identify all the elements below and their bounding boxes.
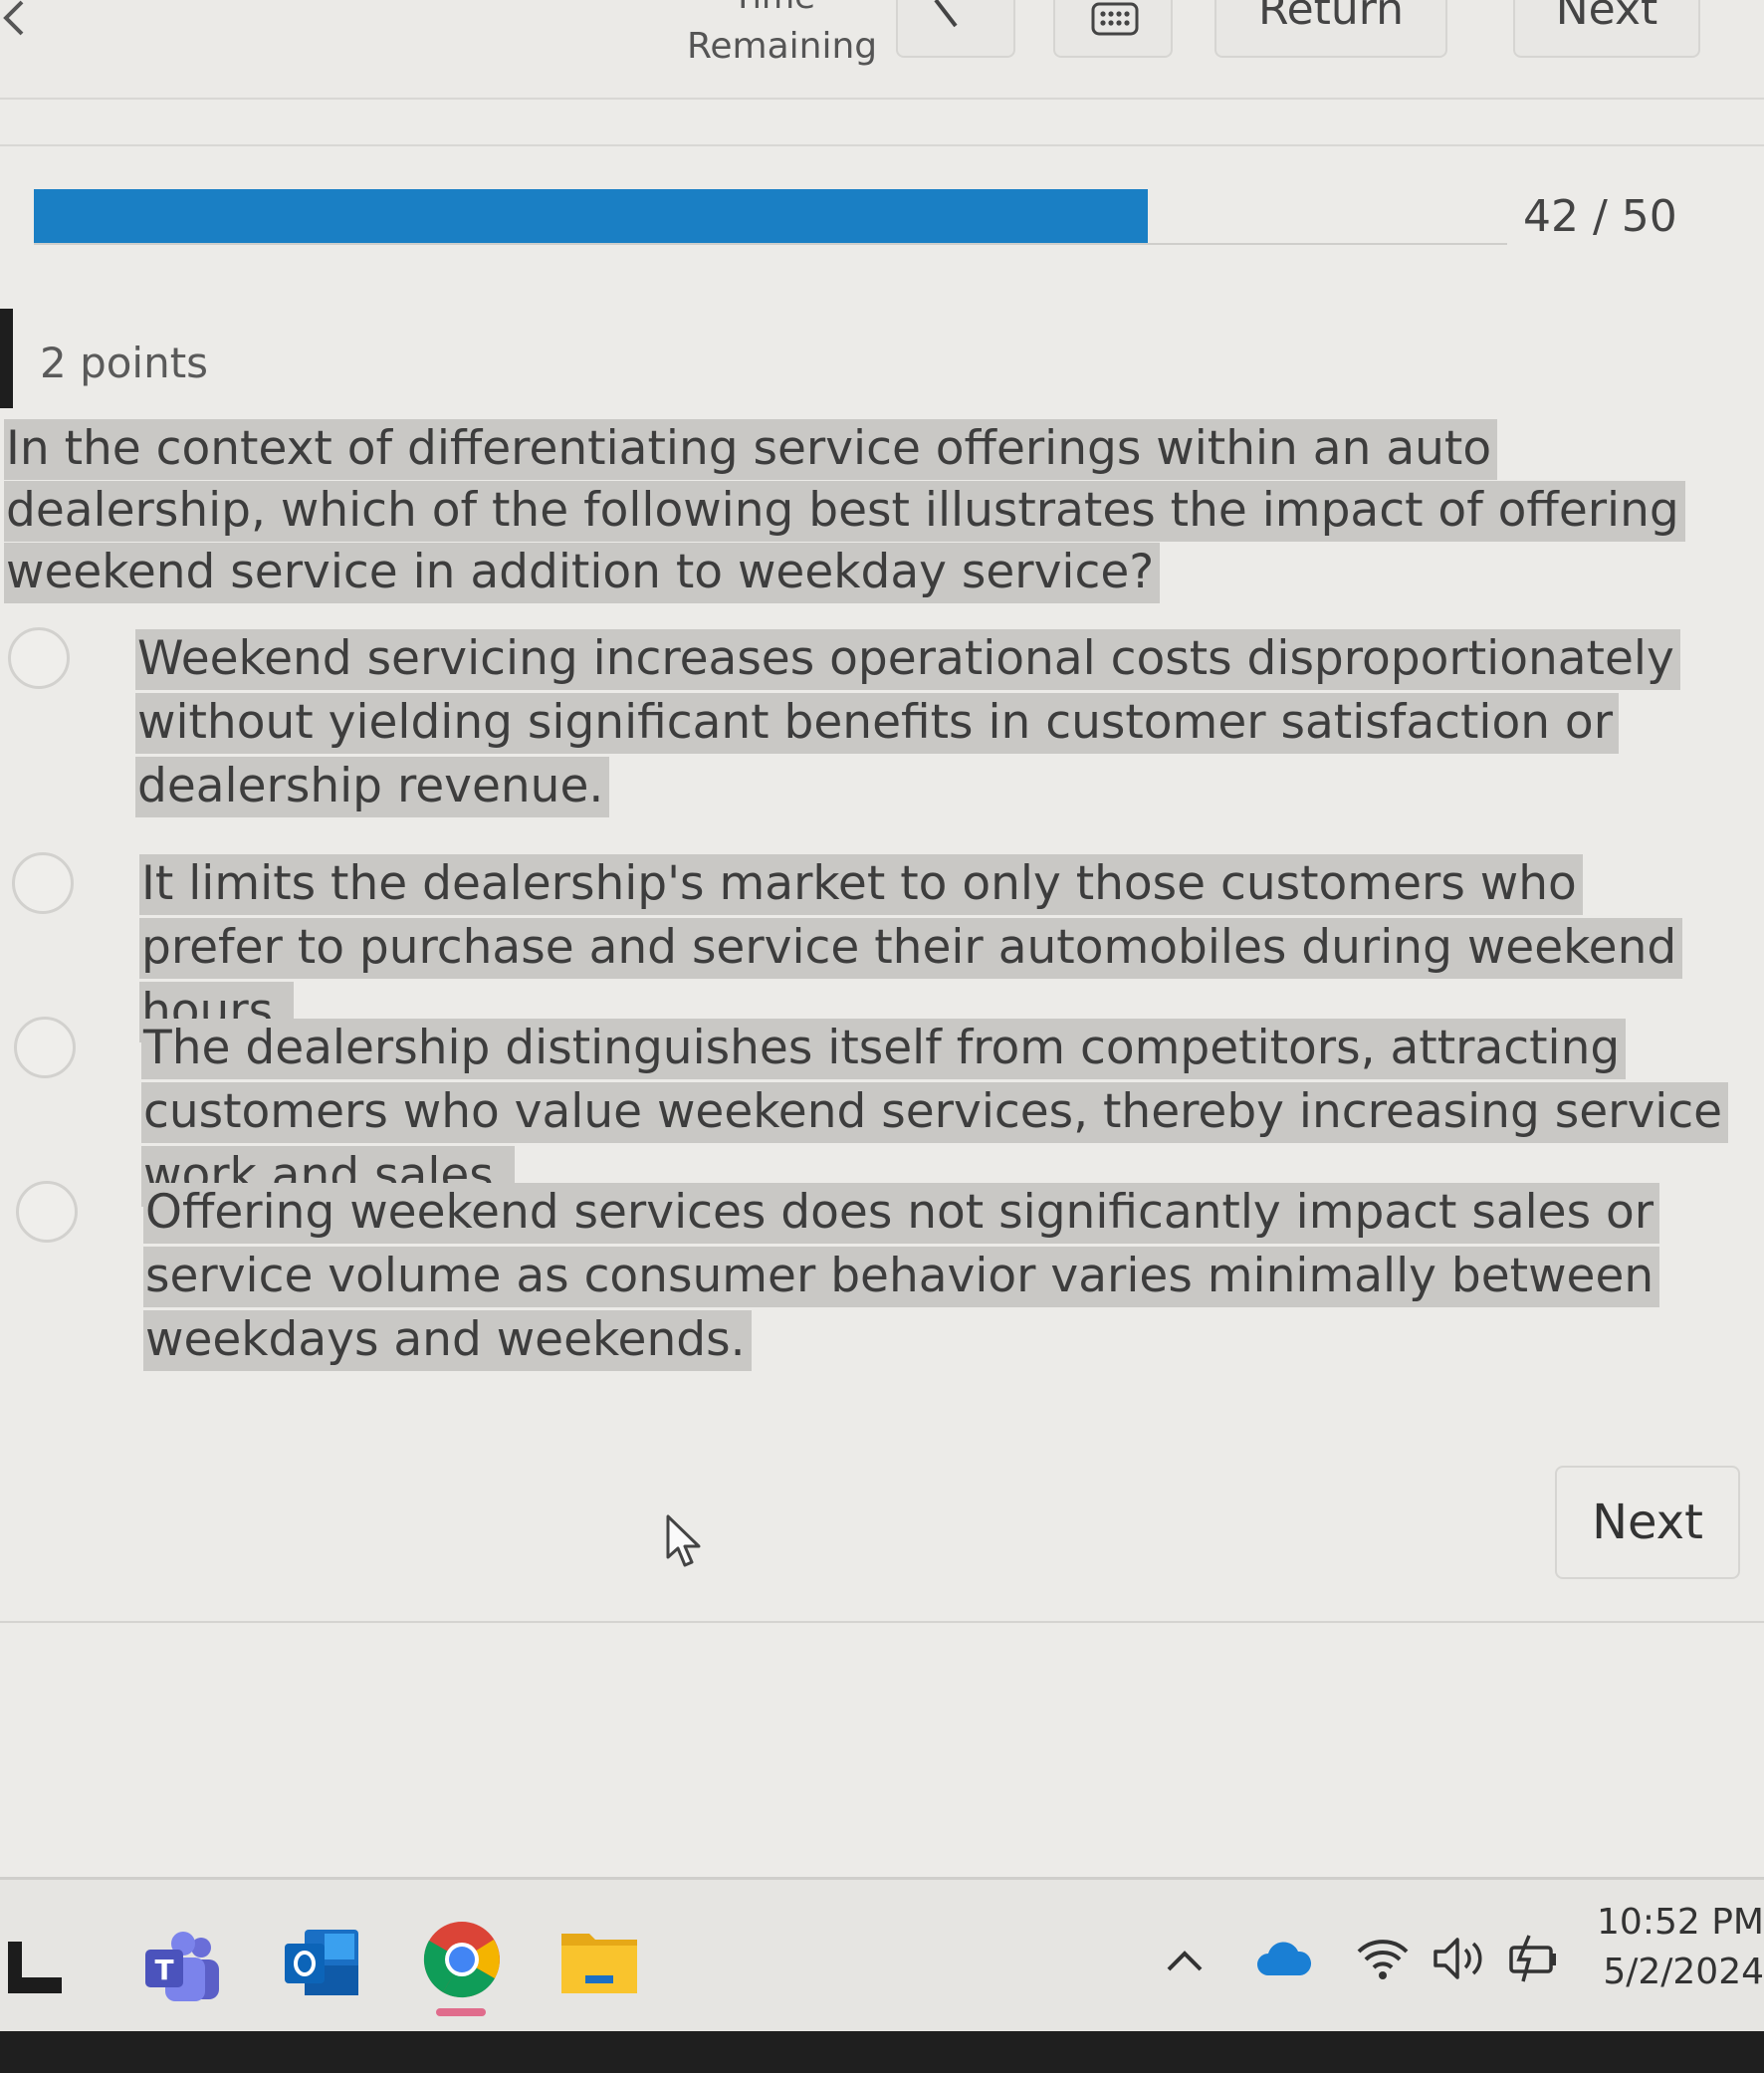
clock-date: 5/2/2024 — [1603, 1952, 1764, 1992]
progress-bar — [34, 189, 1507, 245]
question-text: In the context of differentiating servic… — [4, 418, 1736, 603]
answer-option-text[interactable]: The dealership distinguishes itself from… — [141, 1017, 1764, 1208]
system-clock[interactable]: 10:52 PM 5/2/2024 — [1593, 1898, 1764, 1997]
question-points: 2 points — [40, 339, 209, 387]
flag-icon — [934, 0, 958, 28]
chevron-up-icon[interactable] — [1165, 1946, 1205, 1975]
question-text-content: In the context of differentiating servic… — [4, 419, 1685, 603]
onedrive-icon[interactable] — [1256, 1940, 1312, 1979]
return-button[interactable]: Return — [1214, 0, 1447, 58]
answer-option-text[interactable]: Weekend servicing increases operational … — [135, 627, 1748, 818]
app-icon[interactable] — [6, 1942, 66, 1993]
teams-icon[interactable]: T — [145, 1930, 221, 2005]
progress-count: 42 / 50 — [1523, 191, 1677, 242]
divider — [0, 1621, 1764, 1623]
svg-text:T: T — [154, 1954, 173, 1986]
answer-option-label: Weekend servicing increases operational … — [135, 629, 1680, 817]
radio-button[interactable] — [16, 1181, 78, 1243]
next-button[interactable]: Next — [1555, 1466, 1740, 1579]
toolbar-next-label: Next — [1555, 0, 1658, 35]
file-explorer-icon[interactable] — [559, 1926, 639, 1995]
flag-button[interactable] — [896, 0, 1015, 58]
outlook-icon[interactable] — [285, 1926, 360, 2001]
wifi-icon[interactable] — [1356, 1936, 1410, 1981]
battery-icon[interactable] — [1505, 1934, 1561, 1983]
back-arrow-icon[interactable] — [0, 0, 30, 40]
answer-option-label: The dealership distinguishes itself from… — [141, 1019, 1729, 1207]
exam-toolbar: Time Remaining Return Next — [0, 0, 1764, 100]
mouse-cursor-icon — [666, 1514, 701, 1567]
clock-time: 10:52 PM — [1597, 1902, 1764, 1943]
progress-bar-fill — [34, 189, 1148, 243]
time-remaining: Time Remaining — [687, 0, 878, 72]
question-accent-bar — [0, 309, 13, 408]
answer-option-text[interactable]: It limits the dealership's market to onl… — [139, 852, 1692, 1043]
radio-button[interactable] — [12, 852, 74, 914]
chrome-icon[interactable] — [422, 1920, 502, 1999]
screen-bezel — [0, 2031, 1764, 2073]
chrome-active-indicator — [436, 2008, 486, 2016]
time-remaining-label: Remaining — [687, 26, 878, 67]
volume-icon[interactable] — [1432, 1934, 1487, 1983]
question-grid-button[interactable] — [1053, 0, 1173, 58]
toolbar-next-button[interactable]: Next — [1513, 0, 1700, 58]
answer-option-label: Offering weekend services does not signi… — [143, 1183, 1660, 1371]
answer-option-label: It limits the dealership's market to onl… — [139, 854, 1683, 1042]
return-label: Return — [1257, 0, 1404, 35]
radio-button[interactable] — [8, 627, 70, 689]
radio-button[interactable] — [14, 1017, 76, 1078]
time-label: Time — [687, 0, 861, 22]
taskbar: T 10:52 PM 5/2/2024 — [0, 1880, 1764, 2031]
answer-option-text[interactable]: Offering weekend services does not signi… — [143, 1181, 1736, 1372]
divider — [0, 144, 1764, 146]
question-grid-icon — [1091, 2, 1139, 36]
